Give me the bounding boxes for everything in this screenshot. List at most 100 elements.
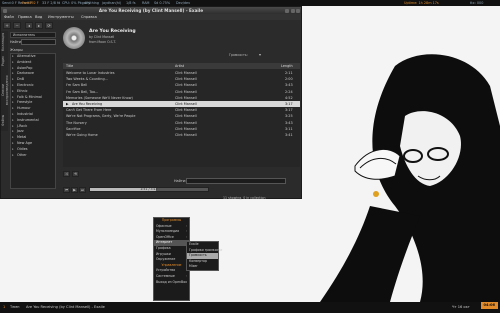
tab-radio[interactable]: Радио	[1, 54, 8, 68]
track-length: 3:41	[285, 133, 293, 137]
track-title: I'm Sam Bell, Too...	[66, 89, 99, 94]
taskbar: 1 Темп Are You Receiving (by Clint Manse…	[0, 302, 500, 313]
submenu-item[interactable]: Mixer	[187, 264, 218, 270]
menu-help[interactable]: Справка	[81, 14, 97, 20]
title-bar[interactable]: Are You Receiving (by Clint Mansell) - E…	[1, 7, 301, 14]
volume-label[interactable]: Громкость:	[229, 53, 248, 57]
taskbar-task[interactable]: Are You Receiving (by Clint Mansell) - E…	[26, 302, 105, 313]
menu-file[interactable]: Файл	[4, 14, 14, 20]
now-playing-title: Are You Receiving	[89, 29, 136, 34]
play-button[interactable]: ▶	[71, 187, 78, 193]
menu-tools[interactable]: Инструменты	[48, 14, 74, 20]
track-artist: Clint Mansell	[175, 133, 197, 137]
album-cover	[63, 27, 85, 49]
workspace-label: Темп	[10, 305, 20, 309]
menu-item[interactable]: Окружение	[154, 257, 189, 263]
genre-item[interactable]: Other	[11, 153, 55, 159]
playlist-filter-input[interactable]	[186, 178, 286, 184]
track-length: 3:43	[285, 83, 293, 88]
maximize-icon[interactable]	[291, 8, 295, 13]
repeat-button[interactable]: ⟲	[72, 171, 79, 177]
column-artist[interactable]: Artist	[175, 63, 184, 69]
track-length: 2:00	[285, 77, 293, 82]
now-playing-icon: ▶	[66, 102, 69, 106]
date-label: Чт 16 окт	[452, 305, 470, 309]
table-row[interactable]: Welcome to Lunar Industries Clint Mansell…	[63, 70, 300, 76]
now-playing-artist: by Clint Mansell	[89, 35, 115, 39]
menu-bar: Файл Правка Вид Инструменты Справка	[1, 14, 301, 20]
add-button[interactable]: +	[3, 22, 11, 29]
seek-time: 1:51 / 3:17	[140, 187, 158, 191]
track-title: Are You Receiving	[72, 102, 103, 106]
remove-button[interactable]: −	[13, 22, 21, 29]
previous-button[interactable]: ⏮	[63, 187, 70, 193]
menu-view[interactable]: Вид	[35, 14, 42, 20]
table-row[interactable]: Memories (Someone We'll Never Know) Clint…	[63, 95, 300, 101]
table-row[interactable]: Can't Get There From Here Clint Mansell 3:…	[63, 107, 300, 113]
track-artist: Clint Mansell	[175, 126, 197, 131]
track-title: Can't Get There From Here	[66, 108, 112, 113]
track-artist: Clint Mansell	[175, 114, 197, 119]
track-artist: Clint Mansell	[175, 77, 197, 82]
track-title: We're Going Home	[66, 133, 98, 137]
filter-label: Найти:	[174, 179, 187, 183]
window-title: Are You Receiving (by Clint Mansell) - E…	[98, 8, 204, 13]
table-row[interactable]: We're Not Programs, Gerty, We're People C…	[63, 113, 300, 119]
table-row[interactable]: I'm Sam Bell Clint Mansell 3:43	[63, 82, 300, 88]
track-title: I'm Sam Bell	[66, 83, 88, 88]
openbox-root-menu: Программы ОфисныеМультимедиаOpenOfficeИн…	[153, 217, 190, 301]
track-length: 2:24	[285, 89, 293, 94]
status-text: 11 showing, 0 in collection	[223, 196, 266, 200]
forward-button[interactable]: ▸	[35, 22, 43, 29]
track-artist: Clint Mansell	[175, 83, 197, 88]
table-header: Title Artist Length	[63, 63, 300, 69]
exaile-window: Are You Receiving (by Clint Mansell) - E…	[0, 6, 302, 200]
table-row[interactable]: We're Going Home Clint Mansell 3:41	[63, 132, 300, 138]
tab-collection[interactable]: Коллекция	[1, 31, 8, 53]
shuffle-button[interactable]: ⤨	[63, 171, 70, 177]
track-length: 3:11	[285, 126, 293, 131]
track-artist: Clint Mansell	[175, 102, 197, 106]
playlist-buttons: ⤨ ⟲	[63, 171, 103, 183]
menu-edit[interactable]: Правка	[18, 14, 32, 20]
track-title: Welcome to Lunar Industries	[66, 71, 115, 75]
chevron-down-icon[interactable]: ▾	[259, 52, 261, 57]
sidebar-tabs: Коллекция Радио Списки воспроизведения Ф…	[1, 31, 9, 131]
column-title[interactable]: Title	[66, 63, 73, 69]
column-length[interactable]: Length	[281, 63, 293, 69]
tab-files[interactable]: Файлы	[1, 112, 8, 128]
track-artist: Clint Mansell	[175, 120, 197, 125]
track-artist: Clint Mansell	[175, 95, 197, 100]
track-length: 3:17	[285, 108, 293, 113]
toolbar: + − ◂ ▸ ⟳	[3, 21, 63, 30]
track-length: 3:17	[285, 102, 293, 106]
genre-tree[interactable]: AlternativeAmbientAsianPopDarkwaveDnBEle…	[10, 53, 56, 189]
track-artist: Clint Mansell	[175, 89, 197, 94]
table-row[interactable]: Sacrifice Clint Mansell 3:11	[63, 126, 300, 132]
track-artist: Clint Mansell	[175, 71, 197, 75]
collection-search-input[interactable]	[21, 39, 56, 45]
tab-playlists[interactable]: Списки воспроизведения	[1, 69, 9, 111]
track-length: 4:52	[285, 95, 293, 100]
genre-header: Жанры	[10, 48, 23, 52]
workspace-indicator[interactable]: 1	[3, 302, 5, 313]
refresh-button[interactable]: ⟳	[45, 22, 53, 29]
multimedia-submenu: Exaile Графики громкости Громкость Конверто…	[186, 241, 222, 271]
table-row[interactable]: ▶ Are You Receiving Clint Mansell 3:17	[63, 101, 300, 107]
back-button[interactable]: ◂	[25, 22, 33, 29]
minimize-icon[interactable]	[285, 8, 289, 13]
table-row[interactable]: The Nursery Clint Mansell 3:43	[63, 120, 300, 126]
track-title: Sacrifice	[66, 126, 81, 131]
close-icon[interactable]	[296, 8, 300, 13]
collection-view-select[interactable]: Исполнитель	[10, 32, 56, 38]
next-button[interactable]: ⏭	[79, 187, 86, 193]
table-row[interactable]: I'm Sam Bell, Too... Clint Mansell 2:24	[63, 89, 300, 95]
table-row[interactable]: Two Weeks & Counting... Clint Mansell 2:00	[63, 76, 300, 82]
menu-item-exit[interactable]: Выход из OpenBox	[154, 280, 189, 286]
track-title: Two Weeks & Counting...	[66, 77, 108, 82]
track-length: 3:43	[285, 120, 293, 125]
track-title: Memories (Someone We'll Never Know)	[66, 95, 133, 100]
track-artist: Clint Mansell	[175, 108, 197, 113]
clock: 04:06	[480, 302, 498, 309]
now-playing-album: from Moon O.S.T.	[89, 40, 117, 44]
